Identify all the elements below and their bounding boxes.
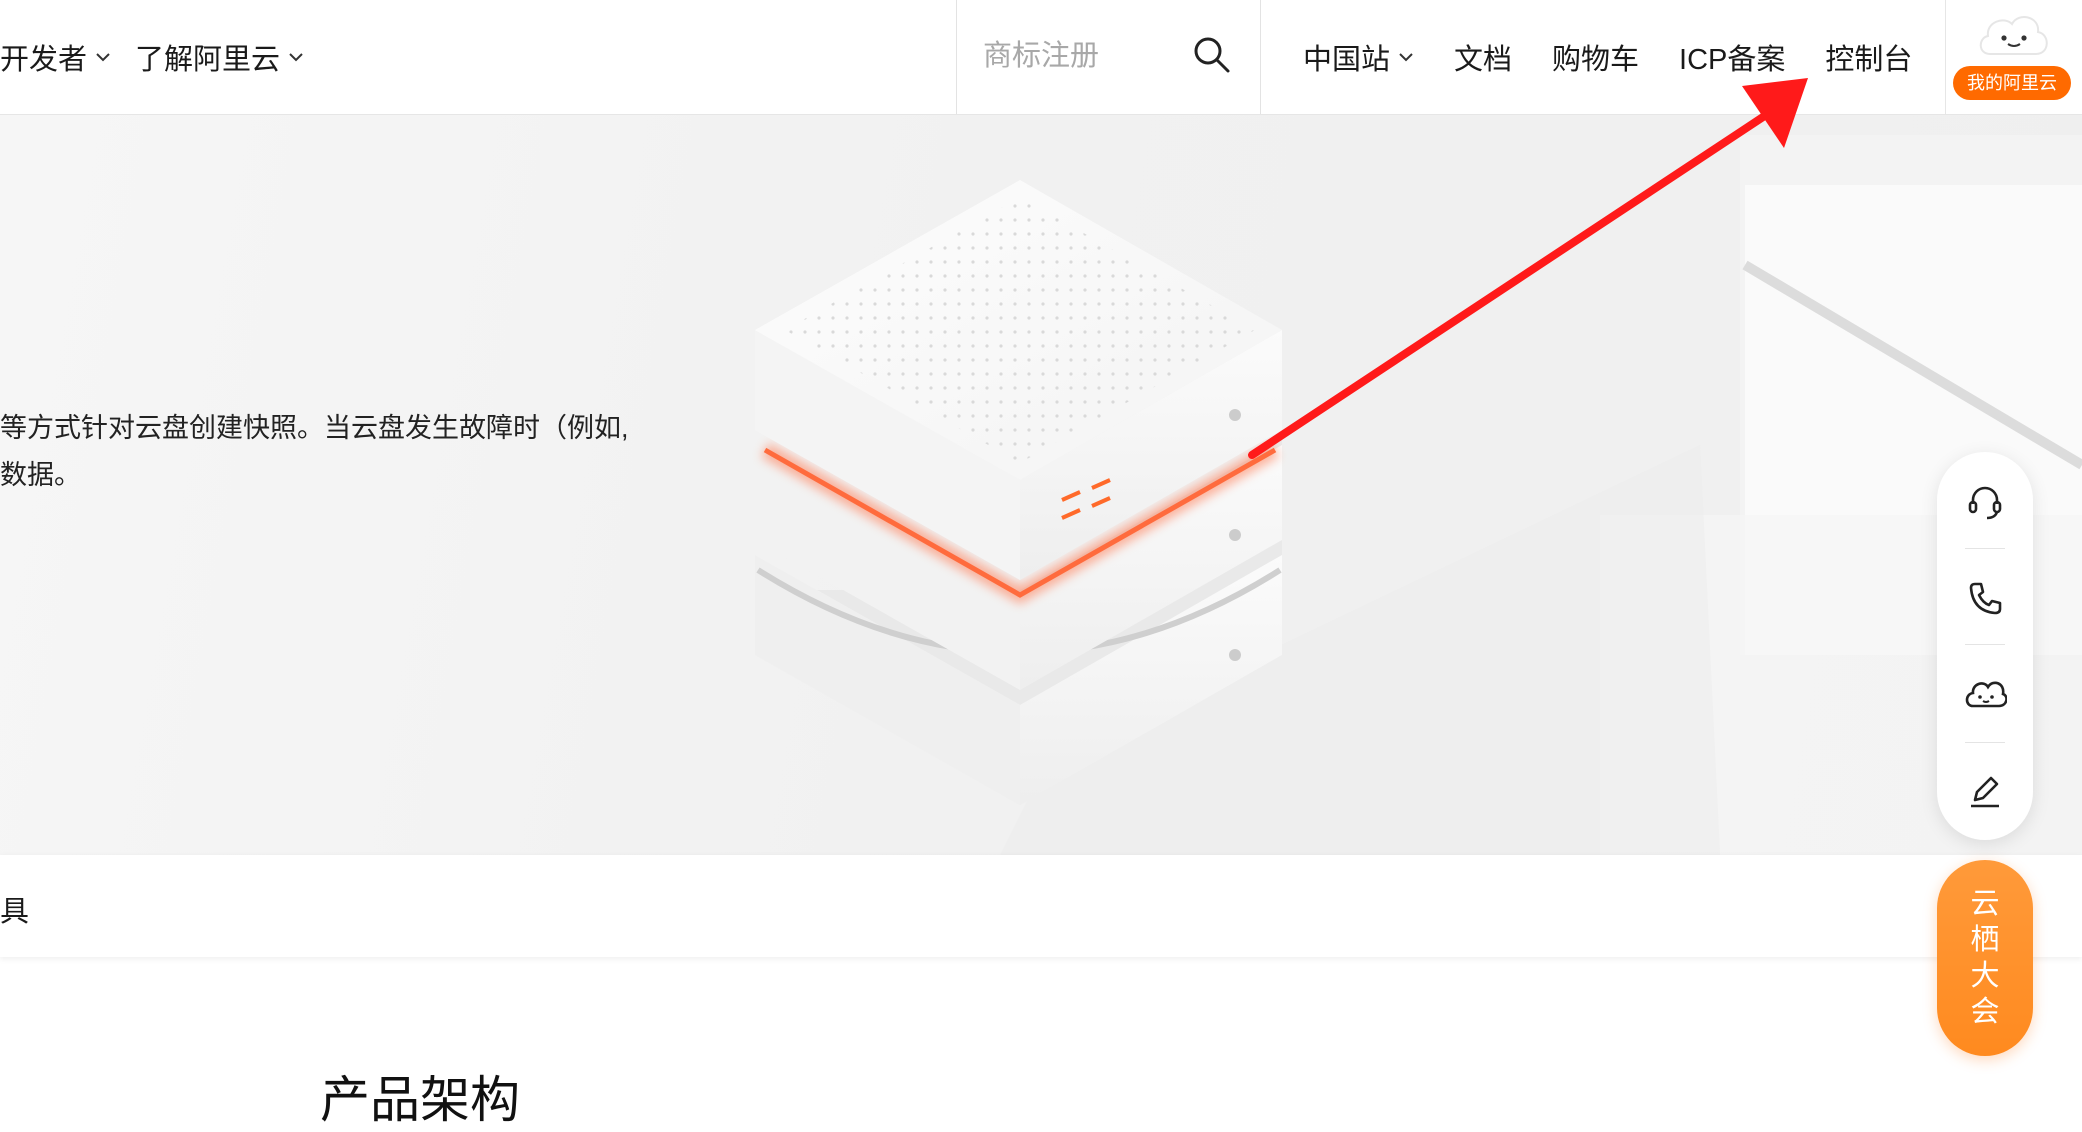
- promo-char: 栖: [1970, 924, 2000, 956]
- feedback-button[interactable]: [1961, 768, 2009, 816]
- nav-item-label: 控制台: [1825, 44, 1913, 76]
- phone-contact-button[interactable]: [1961, 574, 2009, 622]
- product-tab-bar: 具: [0, 855, 2082, 957]
- nav-item-docs[interactable]: 文档: [1454, 36, 1512, 78]
- nav-left-group: 开发者 了解阿里云: [0, 0, 328, 114]
- section-title: 产品架构: [320, 1072, 520, 1128]
- hero-banner: 等方式针对云盘创建快照。当云盘发生故障时（例如, 数据。: [0, 115, 2082, 855]
- nav-item-console[interactable]: 控制台: [1825, 36, 1912, 78]
- customer-service-button[interactable]: [1961, 478, 2009, 526]
- phone-icon: [1969, 582, 2002, 615]
- search-icon[interactable]: [1191, 34, 1233, 76]
- hero-description: 等方式针对云盘创建快照。当云盘发生故障时（例如, 数据。: [0, 405, 629, 499]
- mascot-cloud-icon: [1979, 16, 2048, 55]
- headset-icon: [1968, 486, 2002, 520]
- tool-separator: [1965, 742, 2005, 743]
- yunqi-conference-button[interactable]: 云 栖 大 会: [1937, 860, 2033, 1056]
- nav-item-label: 中国站: [1303, 44, 1391, 76]
- tool-separator: [1965, 548, 2005, 549]
- my-aliyun-badge: 我的阿里云: [1953, 66, 2071, 100]
- nav-item-label: 购物车: [1552, 44, 1640, 76]
- chevron-down-icon: [1399, 53, 1413, 62]
- nav-right-group: 中国站 文档 购物车 ICP备案 控制台: [1303, 0, 1952, 114]
- nav-item-icp-filing[interactable]: ICP备案: [1679, 36, 1785, 78]
- promo-char: 大: [1970, 960, 2000, 992]
- search-box: [956, 0, 1261, 114]
- cloud-assistant-button[interactable]: [1961, 670, 2009, 718]
- my-aliyun-button[interactable]: 我的阿里云: [1945, 0, 2082, 114]
- promo-char: 云: [1970, 888, 2000, 920]
- tab-tools[interactable]: 具: [0, 888, 29, 930]
- nav-item-developer[interactable]: 开发者: [0, 36, 111, 78]
- chevron-down-icon: [289, 53, 303, 62]
- nav-item-cart[interactable]: 购物车: [1552, 36, 1639, 78]
- promo-char: 会: [1970, 996, 2000, 1028]
- nav-item-label: 开发者: [0, 44, 88, 76]
- nav-item-label: 文档: [1454, 44, 1513, 76]
- nav-item-label: ICP备案: [1679, 44, 1786, 76]
- hero-description-line: 数据。: [0, 460, 81, 490]
- tool-separator: [1965, 644, 2005, 645]
- search-input[interactable]: [981, 30, 1185, 82]
- floating-tool-panel: [1937, 452, 2033, 840]
- cloud-face-icon: [1965, 681, 2007, 708]
- hero-description-line: 等方式针对云盘创建快照。当云盘发生故障时（例如,: [0, 413, 629, 443]
- edit-icon: [1971, 776, 1999, 808]
- chevron-down-icon: [96, 53, 110, 62]
- nav-item-about-aliyun[interactable]: 了解阿里云: [135, 36, 304, 78]
- nav-item-china-site[interactable]: 中国站: [1303, 36, 1414, 78]
- top-navigation-bar: 开发者 了解阿里云 中国站 文档 购物车 ICP备案 控制台: [0, 0, 2082, 115]
- nav-item-label: 了解阿里云: [135, 44, 281, 76]
